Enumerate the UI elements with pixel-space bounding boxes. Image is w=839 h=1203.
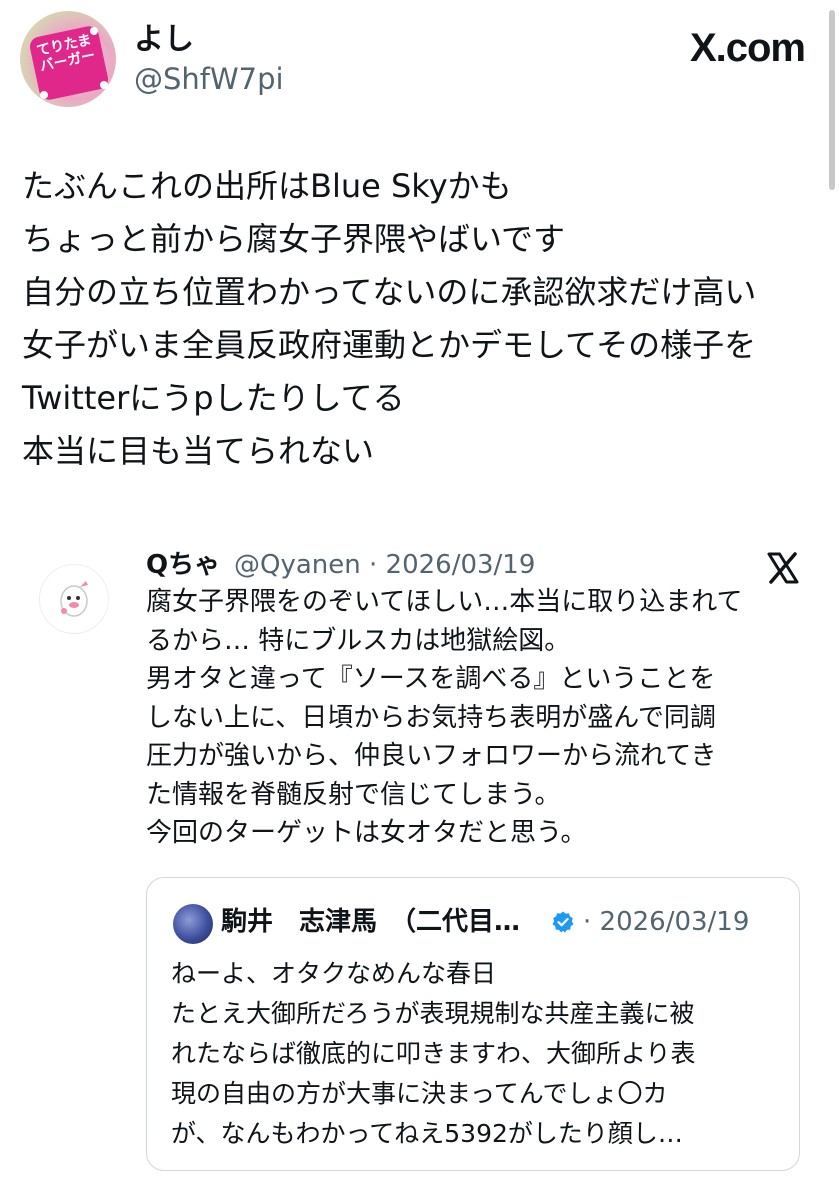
verified-badge-icon (552, 911, 574, 933)
post-text-line: たぶんこれの出所はBlue Skyかも (22, 167, 512, 205)
nested-text-line: れたならば徹底的に叩きますわ、大御所より表 (171, 1039, 696, 1068)
post-text-line: 本当に目も当てられない (22, 432, 375, 470)
quoted-text-line: 腐女子界隈をのぞいてほしい…本当に取り込まれて (146, 587, 743, 617)
avatar-dot (90, 27, 98, 35)
x-logo-icon[interactable] (766, 551, 800, 585)
author-avatar[interactable]: てりたまバーガー (20, 11, 116, 107)
quoted-text-line: 圧力が強いから、仲良いフォロワーから流れてき (146, 741, 717, 771)
nested-author-name[interactable]: 駒井 志津馬 （二代目… (221, 904, 520, 940)
nested-text-line: ねーよ、オタクなめんな春日 (171, 959, 497, 988)
quoted-author-name[interactable]: Qちゃ (146, 547, 220, 583)
post-text-line: 自分の立ち位置わかってないのに承認欲求だけ高い (22, 273, 757, 311)
post-text: たぶんこれの出所はBlue Skyかも ちょっと前から腐女子界隈やばいです 自分… (22, 160, 822, 478)
nested-post-date[interactable]: · 2026/03/19 (583, 904, 749, 940)
post-text-line: Twitterにうpしたりしてる (22, 379, 405, 417)
quoted-text-line: 今回のターゲットは女オタだと思う。 (146, 818, 587, 848)
nested-text-line: 現の自由の方が大事に決まってんでしょ〇カ (171, 1079, 668, 1108)
nested-text-line: たとえ大御所だろうが表現規制な共産主義に被 (171, 999, 695, 1028)
quoted-post[interactable]: Qちゃ @Qyanen · 2026/03/19 腐女子界隈をのぞいてほしい…本… (36, 543, 816, 1203)
avatar-package-text: てりたまバーガー (35, 32, 97, 75)
nested-post-text: ねーよ、オタクなめんな春日 たとえ大御所だろうが表現規制な共産主義に被 れたなら… (171, 954, 791, 1154)
avatar-burger-package: てりたまバーガー (28, 24, 110, 102)
scrollbar[interactable] (829, 10, 835, 190)
quoted-text-line: るから… 特にブルスカは地獄絵図。 (146, 625, 571, 656)
quoted-text-line: しない上に、日頃からお気持ち表明が盛んで同調 (146, 702, 716, 733)
author-handle[interactable]: @ShfW7pi (134, 61, 284, 97)
quoted-author-handle-date[interactable]: @Qyanen · 2026/03/19 (234, 547, 535, 583)
avatar-dot (100, 81, 108, 89)
nested-text-line: が、なんもわかってねえ5392がしたり顔し… (171, 1119, 683, 1148)
nested-quoted-post[interactable]: 駒井 志津馬 （二代目… · 2026/03/19 ねーよ、オタクなめんな春日 … (146, 877, 800, 1171)
x-com-logo: X.com (689, 26, 806, 70)
avatar-dot (40, 91, 48, 99)
quoted-text-line: 男オタと違って『ソースを調べる』ということを (146, 664, 716, 694)
post-text-line: ちょっと前から腐女子界隈やばいです (22, 220, 566, 258)
nested-author-avatar[interactable] (173, 904, 213, 944)
post-text-line: 女子がいま全員反政府運動とかデモしてその様子を (22, 326, 757, 364)
quoted-text-line: た情報を脊髄反射で信じてしまう。 (146, 779, 561, 810)
quoted-post-text: 腐女子界隈をのぞいてほしい…本当に取り込まれて るから… 特にブルスカは地獄絵図… (146, 583, 796, 853)
author-display-name[interactable]: よし (134, 22, 194, 58)
quoted-author-avatar[interactable] (39, 564, 109, 634)
ghost-character-icon (60, 581, 88, 617)
